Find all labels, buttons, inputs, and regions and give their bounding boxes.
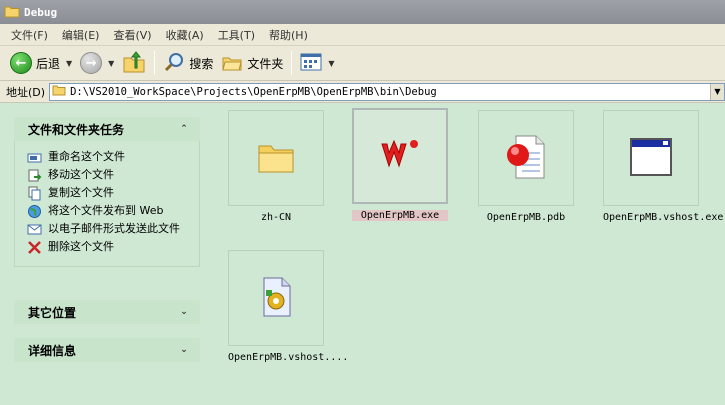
details-panel: 详细信息 ⌄ — [14, 338, 200, 362]
views-button[interactable]: ▼ — [296, 49, 338, 77]
task-move[interactable]: 移动这个文件 — [27, 168, 191, 183]
other-places-panel: 其它位置 ⌄ — [14, 300, 200, 324]
toolbar-separator — [154, 51, 156, 75]
up-folder-button[interactable] — [118, 49, 150, 77]
back-label: 后退 — [36, 56, 61, 71]
other-places-header[interactable]: 其它位置 ⌄ — [14, 300, 200, 324]
app-w-icon — [380, 138, 420, 175]
up-folder-icon — [122, 50, 146, 76]
file-thumbnail — [228, 110, 324, 206]
folders-button[interactable]: 文件夹 — [217, 49, 287, 77]
file-name: zh-CN — [260, 212, 292, 223]
details-header[interactable]: 详细信息 ⌄ — [14, 338, 200, 362]
menu-help[interactable]: 帮助(H) — [262, 27, 315, 43]
views-icon — [300, 53, 322, 74]
forward-button[interactable]: → ▼ — [76, 49, 118, 77]
folder-icon — [4, 4, 20, 21]
file-name: OpenErpMB.vshost.... — [228, 352, 349, 363]
rename-icon — [27, 150, 42, 165]
chevron-down-icon[interactable]: ▼ — [710, 83, 724, 100]
chevron-down-icon[interactable]: ▼ — [328, 59, 334, 68]
file-name: OpenErpMB.vshost.exe — [603, 212, 724, 223]
expand-icon[interactable]: ⌄ — [178, 307, 190, 317]
task-delete[interactable]: 删除这个文件 — [27, 240, 191, 255]
search-icon — [163, 51, 185, 76]
file-thumbnail — [228, 250, 324, 346]
file-tasks-body: 重命名这个文件 移动这个文件 复制这个文件 将这个文件发布到 Web 以电子邮件… — [14, 141, 200, 267]
window-title: Debug — [24, 5, 58, 19]
file-item-zh-cn[interactable]: zh-CN — [228, 110, 324, 223]
menu-tools[interactable]: 工具(T) — [211, 27, 262, 43]
task-publish-web[interactable]: 将这个文件发布到 Web — [27, 204, 191, 219]
task-label: 移动这个文件 — [48, 168, 114, 181]
file-item-openerpmb-vshost-exe[interactable]: OpenErpMB.vshost.exe — [603, 110, 724, 223]
folders-icon — [221, 52, 243, 75]
file-thumbnail — [478, 110, 574, 206]
back-button[interactable]: ← 后退 ▼ — [6, 49, 76, 77]
back-arrow-icon: ← — [10, 52, 32, 74]
file-tasks-title: 文件和文件夹任务 — [28, 122, 125, 137]
chevron-down-icon[interactable]: ▼ — [66, 59, 72, 68]
email-icon — [27, 222, 42, 237]
search-button[interactable]: 搜索 — [159, 49, 217, 77]
forward-arrow-icon: → — [80, 52, 103, 74]
details-title: 详细信息 — [28, 343, 77, 358]
other-places-title: 其它位置 — [28, 305, 77, 320]
menu-view[interactable]: 查看(V) — [106, 27, 158, 43]
delete-icon — [27, 240, 42, 255]
folder-icon — [52, 84, 66, 99]
task-rename[interactable]: 重命名这个文件 — [27, 150, 191, 165]
pdb-document-icon — [504, 133, 548, 184]
task-label: 重命名这个文件 — [48, 150, 125, 163]
task-copy[interactable]: 复制这个文件 — [27, 186, 191, 201]
file-name: OpenErpMB.exe — [352, 210, 448, 221]
file-item-openerpmb-pdb[interactable]: OpenErpMB.pdb — [478, 110, 574, 223]
task-label: 将这个文件发布到 Web — [48, 204, 164, 217]
menu-file[interactable]: 文件(F) — [4, 27, 55, 43]
menu-bar: 文件(F) 编辑(E) 查看(V) 收藏(A) 工具(T) 帮助(H) — [0, 24, 725, 46]
file-name: OpenErpMB.pdb — [486, 212, 566, 223]
copy-icon — [27, 186, 42, 201]
publish-web-icon — [27, 204, 42, 219]
address-input[interactable]: D:\VS2010_WorkSpace\Projects\OpenErpMB\O… — [49, 82, 725, 101]
task-label: 复制这个文件 — [48, 186, 114, 199]
file-thumbnail — [603, 110, 699, 206]
config-file-icon — [256, 275, 296, 322]
chevron-down-icon[interactable]: ▼ — [108, 59, 114, 68]
file-item-openerpmb-exe[interactable]: OpenErpMB.exe — [352, 108, 448, 221]
menu-edit[interactable]: 编辑(E) — [55, 27, 107, 43]
move-icon — [27, 168, 42, 183]
toolbar-separator — [291, 51, 293, 75]
toolbar: ← 后退 ▼ → ▼ 搜索 文件夹 ▼ — [0, 46, 725, 81]
menu-favorites[interactable]: 收藏(A) — [159, 27, 211, 43]
file-tasks-header[interactable]: 文件和文件夹任务 ⌃ — [14, 117, 200, 141]
folders-label: 文件夹 — [247, 56, 284, 71]
search-label: 搜索 — [189, 56, 214, 71]
file-tasks-panel: 文件和文件夹任务 ⌃ 重命名这个文件 移动这个文件 复制这个文件 将这个文件发布… — [14, 117, 200, 267]
expand-icon[interactable]: ⌄ — [178, 345, 190, 355]
address-path: D:\VS2010_WorkSpace\Projects\OpenErpMB\O… — [70, 85, 437, 98]
file-item-openerpmb-vshost-config[interactable]: OpenErpMB.vshost.... — [228, 250, 349, 363]
address-label: 地址(D) — [6, 85, 46, 99]
window-app-icon — [629, 137, 673, 180]
task-email[interactable]: 以电子邮件形式发送此文件 — [27, 222, 191, 237]
file-thumbnail — [352, 108, 448, 204]
title-bar: Debug — [0, 0, 725, 24]
collapse-icon[interactable]: ⌃ — [178, 124, 190, 134]
task-label: 删除这个文件 — [48, 240, 114, 253]
address-bar: 地址(D) D:\VS2010_WorkSpace\Projects\OpenE… — [0, 81, 725, 103]
folder-icon — [256, 139, 296, 178]
task-label: 以电子邮件形式发送此文件 — [48, 222, 180, 235]
